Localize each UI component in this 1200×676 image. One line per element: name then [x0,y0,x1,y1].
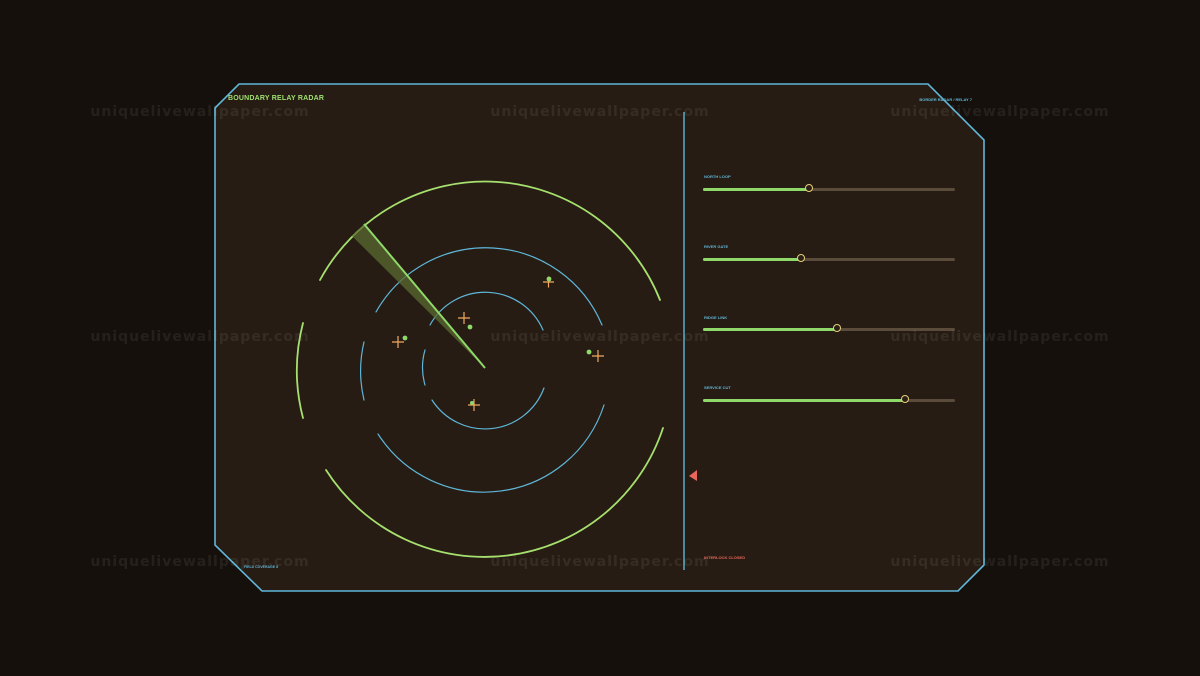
slider-label: RIDGE LINK [704,315,728,320]
radar-screen: BOUNDARY RELAY RADAR BORDER RADAR / RELA… [0,0,1200,676]
slider-track[interactable] [703,184,955,192]
relay-id-label: BORDER RADAR / RELAY 7 [919,97,972,102]
page-title: BOUNDARY RELAY RADAR [228,95,325,102]
radar-graphics [214,83,985,592]
slider-label: RIVER GATE [704,244,729,249]
slider-fill [703,258,802,261]
slider-fill [703,188,809,191]
slider-fill [703,399,905,402]
slider-label: SERVICE CUT [704,385,731,390]
slider-thumb[interactable] [832,324,841,332]
slider-thumb[interactable] [797,254,806,262]
slider-thumb[interactable] [804,184,813,192]
slider-label: NORTH LOOP [704,174,731,179]
slider-track[interactable] [703,254,955,262]
slider-track[interactable] [703,324,955,332]
panel-frame [214,83,985,592]
coverage-label: FIELD COVERAGE 8 [244,565,279,569]
slider-fill [703,328,837,331]
interlock-status: INTERLOCK CLOSED [704,555,746,560]
slider-thumb[interactable] [900,395,909,403]
slider-track[interactable] [703,395,955,403]
